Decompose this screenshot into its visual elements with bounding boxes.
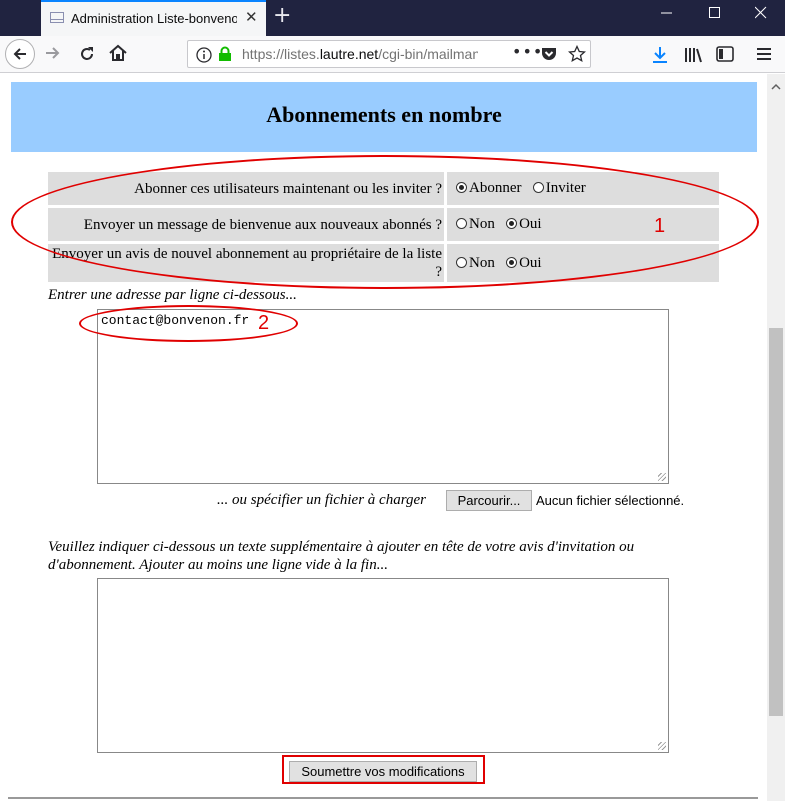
menu-icon[interactable] (756, 47, 772, 66)
resize-handle-icon[interactable] (658, 473, 666, 481)
new-tab-icon[interactable]: + (273, 3, 291, 28)
navigation-toolbar: https://listes.lautre.net/cgi-bin/mailma… (0, 36, 785, 73)
file-label: ... ou spécifier un fichier à charger (217, 492, 426, 508)
invite-textarea[interactable] (97, 578, 669, 753)
home-icon[interactable] (108, 44, 128, 66)
browser-titlebar: Administration Liste-bonvenon ✕ + (0, 0, 785, 36)
browser-tab[interactable]: Administration Liste-bonvenon ✕ (41, 0, 266, 36)
forward-icon[interactable] (44, 45, 62, 65)
annotation-ellipse-options (11, 155, 759, 289)
tab-close-icon[interactable]: ✕ (245, 8, 258, 26)
reload-icon[interactable] (78, 45, 96, 67)
annotation-number-1: 1 (654, 215, 666, 237)
url-text: https://listes.lautre.net/cgi-bin/mailma… (242, 46, 478, 62)
invite-text-label: Veuillez indiquer ci-dessous un texte su… (48, 539, 635, 573)
star-icon[interactable] (567, 44, 587, 68)
page-title: Abonnements en nombre (266, 102, 502, 127)
more-icon[interactable]: ••• (512, 42, 543, 61)
tab-title: Administration Liste-bonvenon (71, 11, 237, 26)
minimize-icon[interactable] (661, 5, 673, 23)
maximize-icon[interactable] (709, 5, 721, 23)
info-icon[interactable] (196, 47, 212, 68)
page-header: Abonnements en nombre (11, 82, 757, 152)
sidebar-icon[interactable] (716, 46, 734, 67)
no-file-text: Aucun fichier sélectionné. (536, 493, 685, 508)
scroll-up-icon[interactable] (771, 78, 781, 96)
browse-button[interactable]: Parcourir... (446, 490, 532, 511)
scrollbar-thumb[interactable] (769, 328, 783, 716)
annotation-box-submit (282, 755, 485, 784)
page-scrollbar[interactable] (767, 74, 785, 801)
library-icon[interactable] (684, 46, 704, 69)
back-icon[interactable] (5, 39, 35, 69)
bottom-divider (8, 797, 758, 799)
resize-handle-icon[interactable] (658, 742, 666, 750)
pocket-icon[interactable] (540, 46, 558, 67)
url-bar[interactable]: https://listes.lautre.net/cgi-bin/mailma… (187, 40, 591, 68)
annotation-number-2: 2 (258, 312, 270, 334)
close-icon[interactable] (754, 5, 767, 23)
mail-icon (50, 12, 64, 23)
download-icon[interactable] (652, 46, 668, 69)
lock-icon (218, 46, 232, 67)
address-label: Entrer une adresse par ligne ci-dessous.… (48, 287, 297, 303)
